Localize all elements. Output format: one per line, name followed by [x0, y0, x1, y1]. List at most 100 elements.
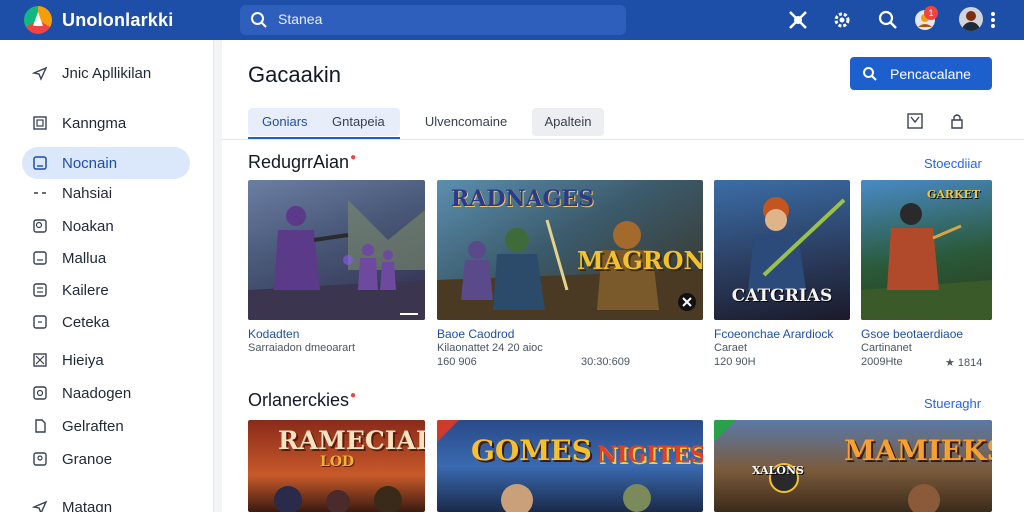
sidebar-item-1[interactable]: Kanngma: [0, 107, 214, 139]
game-art: [248, 200, 425, 320]
sidebar-item-6[interactable]: Kailere: [0, 274, 214, 306]
tab-0[interactable]: Goniars Gntapeia: [248, 108, 400, 136]
circle-box-icon: [33, 386, 47, 400]
search-icon[interactable]: [876, 8, 900, 32]
sidebar-item-7[interactable]: Ceteka: [0, 306, 214, 338]
tag-icon: [33, 251, 47, 265]
sidebar-item-12[interactable]: Matagn: [0, 491, 214, 512]
notification-badge: 1: [924, 6, 938, 20]
sidebar-item-0[interactable]: Jnic Apllikilan: [0, 57, 214, 89]
game-thumbnail: CATGRIAS: [714, 180, 850, 320]
app-logo[interactable]: [24, 6, 52, 34]
game-thumbnail: GARKET: [861, 180, 992, 320]
game-art-title: GOMES: [471, 434, 592, 467]
card-subtitle: Sarraiadon dmeoarart: [248, 342, 356, 354]
game-thumbnail: RADNAGES MAGRON: [437, 180, 703, 320]
card-meta: 2009Hte: [861, 356, 903, 368]
game-art-title: RADNAGES: [451, 186, 595, 212]
sidebar-item-label: Jnic Apllikilan: [62, 65, 152, 82]
card-title: Kodadten: [248, 327, 300, 341]
game-art-subtitle: LOD: [320, 454, 355, 470]
card-meta: 120 90H: [714, 356, 756, 368]
gear-icon[interactable]: [830, 8, 854, 32]
new-dot: ●: [350, 152, 357, 163]
x-box-icon: [33, 353, 47, 367]
search-text: Stanea: [278, 11, 323, 27]
search-box-icon: [33, 219, 47, 233]
tab-2[interactable]: Ulvencomaine: [416, 108, 516, 136]
tools-icon[interactable]: [786, 8, 810, 32]
game-art-subtitle: XALONS: [752, 464, 804, 477]
sidebar-item-3[interactable]: Nahsiai: [0, 177, 214, 209]
card-meta: 30:30:609: [581, 356, 630, 368]
sidebar-item-label: Nocnain: [62, 155, 118, 172]
sidebar-item-label: Nahsiai: [62, 185, 113, 202]
x-badge-icon: [678, 293, 696, 311]
card-subtitle: Kilaonattet 24 20 aioc: [437, 342, 543, 354]
card-rating: ★ 1814: [945, 357, 983, 369]
section-title: Orlanerckies●: [248, 390, 356, 411]
square-dash-icon: [33, 315, 47, 329]
sidebar-item-label: Hieiya: [62, 352, 104, 369]
game-art: [861, 203, 992, 320]
sidebar-item-11[interactable]: Granoe: [0, 443, 214, 475]
game-art-title: MAMIEKS: [844, 434, 992, 467]
grid-icon: [33, 116, 47, 130]
bookmark-check-icon[interactable]: [906, 112, 924, 130]
divider: [222, 139, 1024, 140]
game-thumbnail: RAMECIAI LOD: [248, 420, 425, 512]
see-all-link[interactable]: Stueraghr: [924, 396, 981, 411]
game-art-title: GARKET: [927, 188, 981, 201]
sidebar-item-label: Matagn: [62, 499, 113, 512]
lock-icon[interactable]: [948, 112, 966, 130]
sidebar: Jnic Apllikilan Kanngma Nocnain Nahsiai …: [0, 40, 214, 512]
sidebar-item-4[interactable]: Noakan: [0, 210, 214, 242]
tab-label[interactable]: Gntapeia: [332, 108, 385, 136]
section-title-text: RedugrrAian: [248, 152, 350, 172]
dash-icon: [34, 192, 46, 194]
card-subtitle: Caraet: [714, 342, 748, 354]
expand-icon: [400, 313, 418, 315]
primary-button-label: Pencacalane: [890, 66, 971, 82]
tab-3[interactable]: Apaltein: [532, 108, 604, 136]
doc-icon: [35, 419, 46, 433]
sidebar-item-label: Kailere: [62, 282, 109, 299]
section-title: RedugrrAian●: [248, 152, 356, 173]
sidebar-item-label: Ceteka: [62, 314, 110, 331]
search-icon: [863, 67, 877, 81]
card-title: Fcoeonchae Arardiock: [714, 327, 834, 341]
game-thumbnail: MAMIEKS XALONS: [714, 420, 992, 512]
sidebar-item-label: Gelraften: [62, 418, 124, 435]
game-art-title: RAMECIAI: [278, 426, 425, 455]
game-art-subtitle: NIGITES: [597, 442, 703, 468]
see-all-link[interactable]: Stoecdiiar: [924, 156, 982, 171]
page-title: Gacaakin: [248, 62, 341, 87]
search-input[interactable]: Stanea: [240, 5, 626, 35]
tab-label: Goniars: [262, 114, 308, 129]
sidebar-item-label: Kanngma: [62, 115, 127, 132]
game-thumbnail: GOMES NIGITES: [437, 420, 703, 512]
app-title: Unolonlarkki: [62, 10, 174, 30]
sidebar-item-5[interactable]: Mallua: [0, 242, 214, 274]
game-art-title: CATGRIAS: [731, 286, 833, 306]
person-box-icon: [33, 452, 47, 466]
card-title: Gsoe beotaerdiaoe: [861, 327, 964, 341]
sidebar-item-9[interactable]: Naadogen: [0, 377, 214, 409]
section-title-text: Orlanerckies: [248, 390, 350, 410]
sidebar-item-label: Mallua: [62, 250, 107, 267]
card-title: Baoe Caodrod: [437, 327, 515, 341]
card-meta: 160 906: [437, 356, 477, 368]
primary-action-button[interactable]: Pencacalane: [850, 57, 992, 90]
card-subtitle: Cartinanet: [861, 342, 912, 354]
avatar[interactable]: [959, 7, 983, 31]
main-content: Gacaakin Pencacalane Goniars Gntapeia Ul…: [222, 40, 1024, 512]
sidebar-item-8[interactable]: Hieiya: [0, 344, 214, 376]
sidebar-item-10[interactable]: Gelraften: [0, 410, 214, 442]
new-dot: ●: [350, 390, 357, 401]
search-icon: [251, 12, 267, 28]
sidebar-item-label: Noakan: [62, 218, 114, 235]
more-vert-icon[interactable]: [988, 8, 998, 32]
sidebar-item-label: Naadogen: [62, 385, 132, 402]
square-icon: [33, 156, 47, 170]
sidebar-item-2[interactable]: Nocnain: [0, 147, 214, 179]
